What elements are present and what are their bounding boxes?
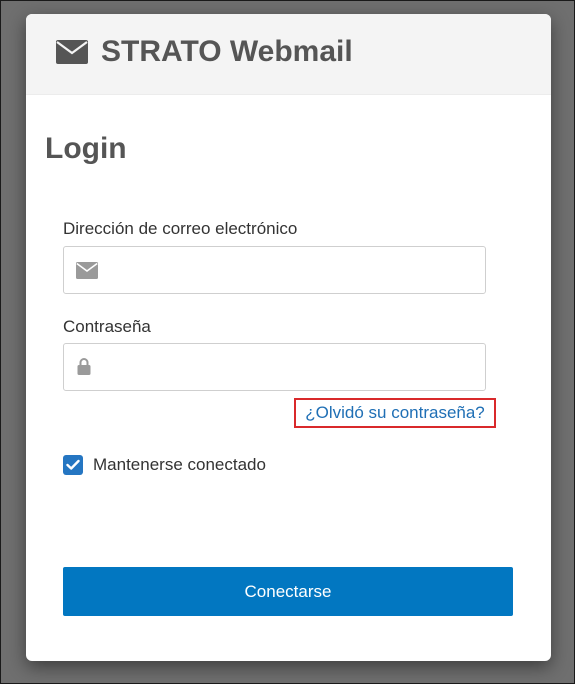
- window-frame: STRATO Webmail Login Dirección de correo…: [0, 0, 575, 684]
- email-label: Dirección de correo electrónico: [63, 219, 298, 238]
- login-card: STRATO Webmail Login Dirección de correo…: [26, 14, 551, 661]
- app-title: STRATO Webmail: [101, 35, 353, 68]
- envelope-icon: [76, 262, 98, 284]
- email-field[interactable]: [108, 247, 478, 293]
- password-label: Contraseña: [63, 317, 151, 336]
- remember-me-checkbox[interactable]: [63, 455, 83, 475]
- password-field-wrapper: [63, 343, 486, 391]
- password-field[interactable]: [108, 344, 478, 390]
- login-button[interactable]: Conectarse: [63, 567, 513, 616]
- card-header: STRATO Webmail: [26, 14, 551, 95]
- email-field-wrapper: [63, 246, 486, 294]
- lock-icon: [77, 358, 91, 380]
- page-title: Login: [45, 132, 127, 165]
- envelope-icon: [56, 40, 88, 64]
- remember-me-label[interactable]: Mantenerse conectado: [93, 455, 266, 475]
- forgot-password-link[interactable]: ¿Olvidó su contraseña?: [294, 398, 496, 428]
